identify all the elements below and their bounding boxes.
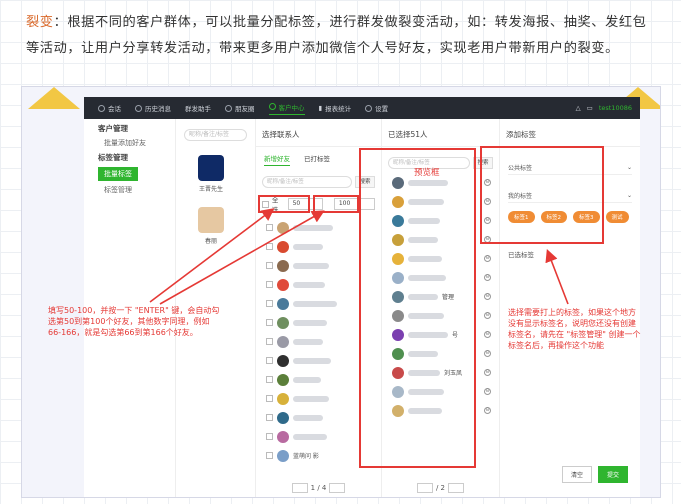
bell-icon[interactable]: △ — [576, 104, 581, 112]
selected-tags-label: 已选标签 — [508, 251, 534, 259]
right-annotation: 选择需要打上的标签，如果这个地方没有显示标签名，说明您还没有创建标签名，请先在 … — [508, 308, 641, 350]
submit-button[interactable]: 提交 — [597, 466, 628, 483]
avatar — [277, 297, 289, 310]
avatar — [277, 411, 289, 424]
remove-icon[interactable]: ⊖ — [484, 255, 491, 262]
row-checkbox[interactable] — [266, 319, 273, 326]
sidebar-item-tag-manage[interactable]: 标签管理 — [84, 181, 175, 195]
decor-triangle-left — [28, 87, 80, 109]
avatar — [277, 430, 289, 443]
page-prev-button[interactable] — [291, 483, 308, 493]
nav-right: △ ▭ test10086 — [576, 104, 632, 112]
remove-icon[interactable]: ⊖ — [484, 350, 491, 357]
account-search-input[interactable]: 昵称/备注/标签 — [184, 129, 247, 141]
sidebar-item-batch-tag[interactable]: 批量标签 — [98, 167, 138, 181]
chevron-down-icon: ⌄ — [626, 192, 632, 199]
contact-search-input[interactable]: 昵称/备注/标签 — [262, 176, 352, 188]
clock-icon — [135, 104, 142, 112]
remove-icon[interactable]: ⊖ — [484, 331, 491, 338]
column-title: 已选择51人 — [382, 119, 499, 147]
clear-button[interactable]: 清空 — [561, 466, 592, 483]
page-next-button[interactable] — [329, 483, 346, 493]
action-buttons: 清空 提交 — [561, 466, 628, 483]
row-checkbox[interactable] — [266, 338, 273, 345]
avatar — [277, 259, 289, 272]
gear-icon — [365, 104, 373, 112]
nav-item-moments[interactable]: 朋友圈 — [225, 103, 255, 113]
avatar — [277, 240, 289, 253]
highlight-preview-box — [359, 148, 476, 468]
highlight-from-box — [258, 195, 310, 213]
account-item[interactable]: 王晋先生 — [194, 155, 228, 193]
page-prev-button[interactable] — [416, 483, 433, 493]
avatar — [277, 335, 289, 348]
avatar — [198, 207, 224, 233]
avatar — [277, 221, 289, 234]
sidebar-group-tags[interactable]: 标签管理 — [84, 148, 175, 163]
remove-icon[interactable]: ⊖ — [484, 312, 491, 319]
row-checkbox[interactable] — [266, 281, 273, 288]
contact-name: 蓝萌问 影 — [293, 453, 319, 460]
nav-item-customer-center[interactable]: 客户中心 — [268, 102, 305, 115]
avatar — [277, 392, 289, 405]
tab-tagged[interactable]: 已打标签 — [304, 153, 330, 166]
sidebar-item-batch-add[interactable]: 批量添加好友 — [84, 134, 175, 148]
tab-new-friends[interactable]: 新增好友 — [264, 153, 290, 166]
contact-pager: 1 / 4 — [256, 483, 381, 493]
row-checkbox[interactable] — [266, 300, 273, 307]
preview-annotation: 预览框 — [414, 168, 440, 178]
top-nav: 会话 历史消息 群发助手 朋友圈 客户中心 ▮ 报表统计 设置 △ ▭ test1… — [84, 97, 640, 119]
highlight-to-box — [313, 195, 359, 213]
row-checkbox[interactable] — [266, 224, 273, 231]
row-checkbox[interactable] — [266, 414, 273, 421]
row-checkbox[interactable] — [266, 357, 273, 364]
row-checkbox[interactable] — [266, 376, 273, 383]
remove-icon[interactable]: ⊖ — [484, 369, 491, 376]
avatar — [277, 316, 289, 329]
remove-icon[interactable]: ⊖ — [484, 407, 491, 414]
message-icon[interactable]: ▭ — [587, 104, 593, 112]
chevron-down-icon: ⌄ — [626, 164, 632, 171]
left-annotation: 填写50-100，并按一下 "ENTER" 键，会自动勾选第50到第100个好友… — [48, 306, 220, 337]
nav-item-settings[interactable]: 设置 — [365, 103, 388, 113]
row-checkbox[interactable] — [266, 243, 273, 250]
nav-item-reports[interactable]: ▮ 报表统计 — [319, 103, 352, 113]
nav-item-chat[interactable]: 会话 — [98, 103, 121, 113]
moments-icon — [225, 104, 232, 112]
column-title: 选择联系人 — [256, 119, 381, 147]
bar-chart-icon: ▮ — [318, 104, 323, 112]
nav-item-history[interactable]: 历史消息 — [135, 103, 171, 113]
avatar — [277, 373, 289, 386]
user-icon — [268, 103, 276, 110]
chat-icon — [98, 104, 105, 112]
row-checkbox[interactable] — [266, 433, 273, 440]
sidebar-group-customer[interactable]: 客户管理 — [84, 119, 175, 134]
column-title: 添加标签 — [500, 119, 640, 147]
highlight-tags-box — [480, 146, 604, 244]
page-next-button[interactable] — [448, 483, 465, 493]
tag-chip[interactable]: 测试 — [605, 211, 629, 223]
row-checkbox[interactable] — [266, 452, 273, 459]
avatar — [198, 155, 224, 181]
remove-icon[interactable]: ⊖ — [484, 274, 491, 281]
intro-text: ：根据不同的客户群体，可以批量分配标签，进行群发做裂变活动，如：转发海报、抽奖、… — [26, 15, 647, 56]
nav-user[interactable]: test10086 — [599, 104, 632, 112]
row-checkbox[interactable] — [266, 395, 273, 402]
intro-paragraph: 裂变：根据不同的客户群体，可以批量分配标签，进行群发做裂变活动，如：转发海报、抽… — [26, 10, 656, 61]
avatar — [277, 354, 289, 367]
remove-icon[interactable]: ⊖ — [484, 293, 491, 300]
intro-highlight: 裂变 — [26, 15, 54, 30]
avatar — [277, 449, 289, 462]
row-checkbox[interactable] — [266, 262, 273, 269]
selected-pager: / 2 — [382, 483, 499, 493]
avatar — [277, 278, 289, 291]
nav-item-broadcast[interactable]: 群发助手 — [185, 103, 211, 113]
account-item[interactable]: 春丽 — [194, 207, 228, 245]
remove-icon[interactable]: ⊖ — [484, 388, 491, 395]
